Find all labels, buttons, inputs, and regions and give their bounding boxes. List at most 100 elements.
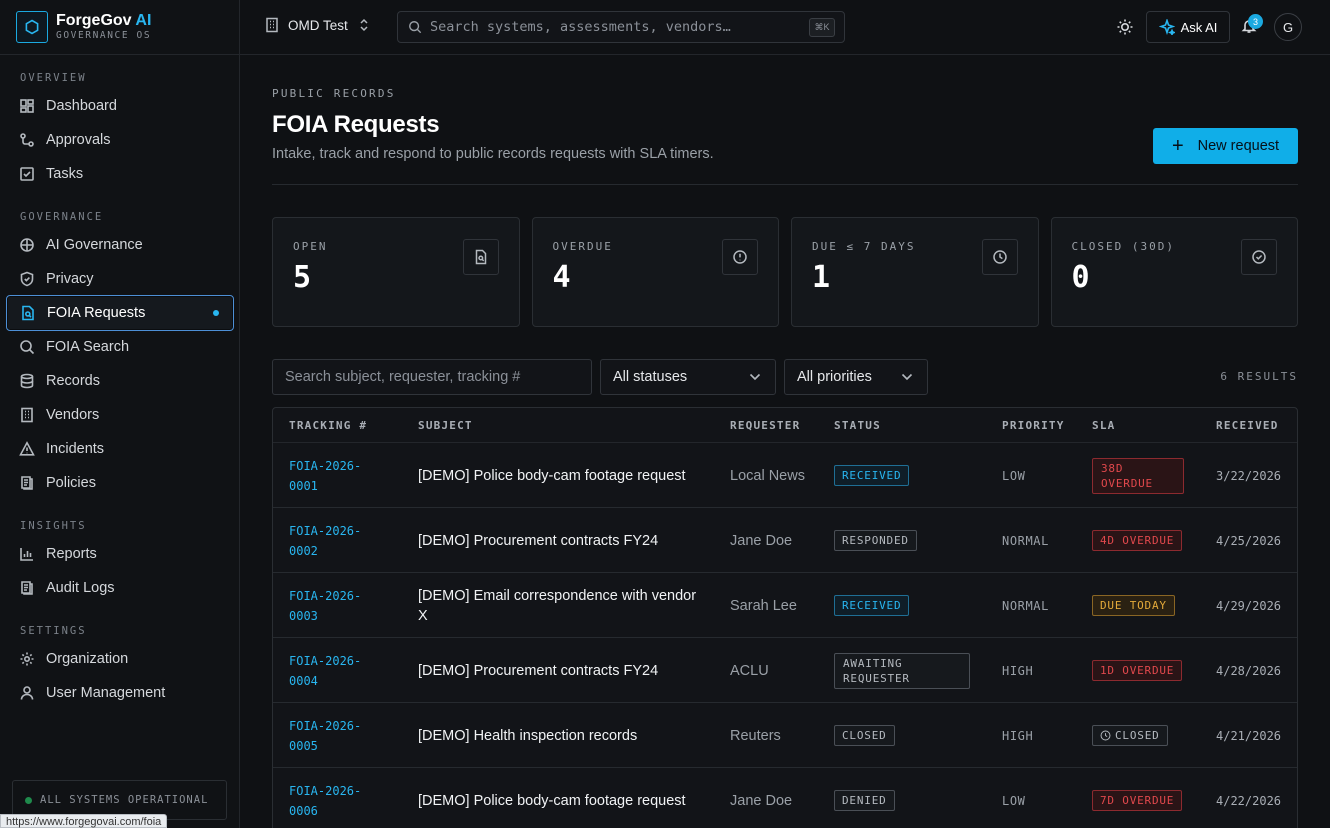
tracking-link[interactable]: FOIA-2026-0001 [289, 443, 389, 508]
sidebar-item-label: FOIA Requests [47, 305, 146, 321]
sla-badge: CLOSED [1092, 725, 1168, 746]
warning-icon [19, 441, 35, 456]
requester: Reuters [730, 727, 781, 744]
status-badge: RECEIVED [834, 595, 910, 616]
table-row[interactable]: FOIA-2026-0002 [DEMO] Procurement contra… [273, 508, 1297, 573]
request-subject: [DEMO] Police body-cam footage request [418, 467, 686, 484]
results-count: 6 RESULTS [1220, 370, 1298, 383]
global-search[interactable]: ⌘K [397, 11, 845, 43]
sidebar-item-foia-search[interactable]: FOIA Search [6, 330, 234, 364]
column-header-status[interactable]: STATUS [834, 419, 881, 432]
global-search-input[interactable] [430, 19, 810, 35]
priority-filter-select[interactable]: All priorities [784, 359, 928, 395]
stat-value: 0 [1071, 260, 1090, 295]
building-icon [266, 17, 278, 33]
sidebar-item-audit-logs[interactable]: Audit Logs [6, 571, 234, 605]
sidebar-item-label: User Management [46, 685, 166, 701]
column-header-priority[interactable]: PRIORITY [1002, 419, 1065, 432]
column-header-requester[interactable]: REQUESTER [730, 419, 800, 432]
chevron-down-icon [749, 373, 761, 381]
table-row[interactable]: FOIA-2026-0003 [DEMO] Email corresponden… [273, 573, 1297, 638]
status-dot-icon [25, 796, 32, 804]
status-badge: CLOSED [834, 725, 895, 746]
column-header-received[interactable]: RECEIVED [1216, 419, 1279, 432]
search-shortcut: ⌘K [809, 18, 835, 37]
table-row[interactable]: FOIA-2026-0005 [DEMO] Health inspection … [273, 703, 1297, 768]
avatar[interactable]: G [1274, 13, 1302, 41]
workspace-switcher[interactable]: OMD Test [264, 17, 370, 33]
status-filter-select[interactable]: All statuses [600, 359, 776, 395]
plus-icon: + [1171, 135, 1184, 157]
sidebar-item-label: AI Governance [46, 237, 143, 253]
nav-section-insights: INSIGHTS [20, 520, 87, 532]
table-row[interactable]: FOIA-2026-0001 [DEMO] Police body-cam fo… [273, 443, 1297, 508]
brand-subtitle: GOVERNANCE OS [56, 30, 152, 41]
priority: HIGH [1002, 663, 1034, 678]
request-subject: [DEMO] Police body-cam footage request [418, 792, 686, 809]
status-badge: RECEIVED [834, 465, 910, 486]
sla-badge: DUE TODAY [1092, 595, 1175, 616]
document-search-icon [22, 305, 34, 321]
received-date: 4/21/2026 [1216, 728, 1282, 743]
received-date: 4/29/2026 [1216, 598, 1282, 613]
column-header-subject[interactable]: SUBJECT [418, 419, 473, 432]
requester: Sarah Lee [730, 597, 797, 614]
sidebar-item-privacy[interactable]: Privacy [6, 262, 234, 296]
new-request-button[interactable]: + New request [1153, 128, 1298, 164]
ask-ai-button[interactable]: Ask AI [1146, 11, 1230, 43]
tracking-link[interactable]: FOIA-2026-0005 [289, 703, 389, 768]
sidebar-item-approvals[interactable]: Approvals [6, 123, 234, 157]
sidebar-item-label: Reports [46, 546, 97, 562]
filters-bar: All statuses All priorities 6 RESULTS [272, 359, 1298, 395]
stat-card-overdue: OVERDUE 4 [531, 217, 779, 327]
sidebar-item-records[interactable]: Records [6, 364, 234, 398]
sidebar-item-policies[interactable]: Policies [6, 466, 234, 500]
foia-requests-table: TRACKING # SUBJECT REQUESTER STATUS PRIO… [272, 407, 1298, 828]
tracking-link[interactable]: FOIA-2026-0003 [289, 573, 389, 638]
alert-circle-icon [722, 239, 758, 275]
sidebar-item-user-management[interactable]: User Management [6, 676, 234, 710]
column-header-sla[interactable]: SLA [1092, 419, 1115, 432]
sla-badge: 38D OVERDUE [1092, 457, 1184, 494]
building-icon [21, 407, 33, 423]
sidebar-item-ai-governance[interactable]: AI Governance [6, 228, 234, 262]
sidebar-item-reports[interactable]: Reports [6, 537, 234, 571]
priority: HIGH [1002, 728, 1034, 743]
document-search-icon [462, 239, 499, 275]
table-header: TRACKING # SUBJECT REQUESTER STATUS PRIO… [273, 408, 1297, 443]
approvals-icon [20, 133, 34, 147]
brand[interactable]: ForgeGov AI GOVERNANCE OS [0, 0, 239, 55]
status-badge: DENIED [834, 790, 895, 811]
tracking-link[interactable]: FOIA-2026-0002 [289, 508, 389, 573]
stat-card-open: OPEN 5 [272, 217, 520, 327]
table-row[interactable]: FOIA-2026-0004 [DEMO] Procurement contra… [273, 638, 1297, 703]
sidebar-item-vendors[interactable]: Vendors [6, 398, 234, 432]
tracking-link[interactable]: FOIA-2026-0006 [289, 768, 389, 828]
sidebar-item-label: Records [46, 373, 100, 389]
request-search-field[interactable] [272, 359, 592, 395]
sidebar-item-label: Dashboard [46, 98, 117, 114]
user-icon [20, 686, 34, 700]
sidebar-item-label: Policies [46, 475, 96, 491]
shield-icon [20, 271, 34, 287]
status-badge: AWAITING REQUESTER [834, 652, 970, 689]
sidebar-item-incidents[interactable]: Incidents [6, 432, 234, 466]
nav-section-settings: SETTINGS [20, 625, 87, 637]
header-divider [272, 184, 1298, 185]
table-row[interactable]: FOIA-2026-0006 [DEMO] Police body-cam fo… [273, 768, 1297, 828]
sparkle-icon [1158, 19, 1175, 35]
sidebar-item-foia-requests[interactable]: FOIA Requests [6, 295, 234, 331]
sidebar-item-dashboard[interactable]: Dashboard [6, 89, 234, 123]
clock-icon [1100, 730, 1111, 741]
sla-badge-label: CLOSED [1115, 729, 1160, 742]
stat-value: 5 [293, 260, 312, 295]
sidebar-item-tasks[interactable]: Tasks [6, 157, 234, 191]
column-header-tracking[interactable]: TRACKING # [289, 419, 367, 432]
sidebar-item-organization[interactable]: Organization [6, 642, 234, 676]
notifications-button[interactable]: 3 [1241, 14, 1263, 39]
status-badge: RESPONDED [834, 530, 917, 551]
theme-toggle-button[interactable] [1116, 18, 1134, 41]
tracking-link[interactable]: FOIA-2026-0004 [289, 638, 389, 703]
request-search-input[interactable] [273, 360, 591, 394]
page-title: FOIA Requests [272, 111, 440, 138]
